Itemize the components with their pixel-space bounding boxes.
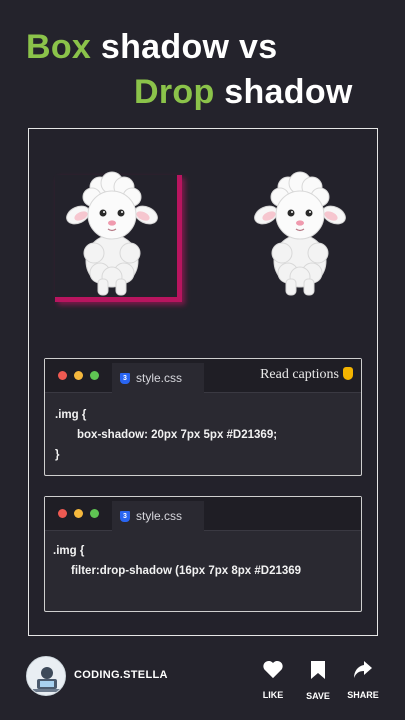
code-editor-box-shadow: 3 style.css Read captions .img { box-sha… bbox=[44, 358, 362, 476]
pointing-down-hand-icon bbox=[343, 367, 353, 380]
sheep-image-drop-shadow bbox=[252, 169, 348, 297]
editor-titlebar: 3 style.css bbox=[45, 497, 361, 531]
headline-line-1-rest: shadow vs bbox=[91, 28, 278, 66]
code-line: .img { bbox=[55, 409, 87, 421]
save-button[interactable]: SAVE bbox=[298, 660, 338, 701]
maximize-dot-icon bbox=[90, 509, 99, 518]
tab-style-css[interactable]: 3 style.css bbox=[112, 363, 204, 393]
tab-style-css[interactable]: 3 style.css bbox=[112, 501, 204, 531]
demo-frame: 3 style.css Read captions .img { box-sha… bbox=[28, 128, 378, 636]
share-arrow-icon bbox=[354, 661, 372, 678]
code-line: } bbox=[55, 449, 60, 461]
tab-label: style.css bbox=[136, 371, 183, 385]
code-line: box-shadow: 20px 7px 5px #D21369; bbox=[77, 429, 278, 441]
css3-icon: 3 bbox=[120, 372, 130, 384]
sheep-image-box-shadow bbox=[64, 169, 160, 297]
tab-label: style.css bbox=[136, 509, 183, 523]
like-button[interactable]: LIKE bbox=[253, 660, 293, 700]
css3-icon: 3 bbox=[120, 510, 130, 522]
headline-box-word: Box bbox=[26, 28, 92, 66]
code-line: .img { bbox=[53, 545, 85, 557]
minimize-dot-icon bbox=[74, 509, 83, 518]
share-button[interactable]: SHARE bbox=[343, 660, 383, 700]
caption-text: Read captions bbox=[260, 367, 339, 382]
headline-drop-word: Drop bbox=[134, 73, 215, 111]
code-editor-drop-shadow: 3 style.css .img { filter:drop-shadow (1… bbox=[44, 496, 362, 612]
like-label: LIKE bbox=[262, 690, 284, 700]
avatar[interactable] bbox=[26, 656, 66, 696]
save-label: SAVE bbox=[306, 691, 330, 701]
headline-line-2: Drop shadow bbox=[134, 72, 405, 112]
minimize-dot-icon bbox=[74, 371, 83, 380]
headline-line-1: Box shadow vs bbox=[26, 27, 405, 67]
close-dot-icon bbox=[58, 509, 67, 518]
heart-icon bbox=[263, 660, 283, 679]
close-dot-icon bbox=[58, 371, 67, 380]
brand-name[interactable]: CODING.STELLA bbox=[74, 669, 168, 681]
code-line: filter:drop-shadow (16px 7px 8px #D21369 bbox=[71, 565, 302, 577]
editor-titlebar: 3 style.css Read captions bbox=[45, 359, 361, 393]
maximize-dot-icon bbox=[90, 371, 99, 380]
read-captions-note: Read captions bbox=[260, 367, 353, 383]
headline-line-2-rest: shadow bbox=[214, 73, 353, 111]
bookmark-icon bbox=[311, 661, 325, 679]
share-label: SHARE bbox=[347, 690, 379, 700]
